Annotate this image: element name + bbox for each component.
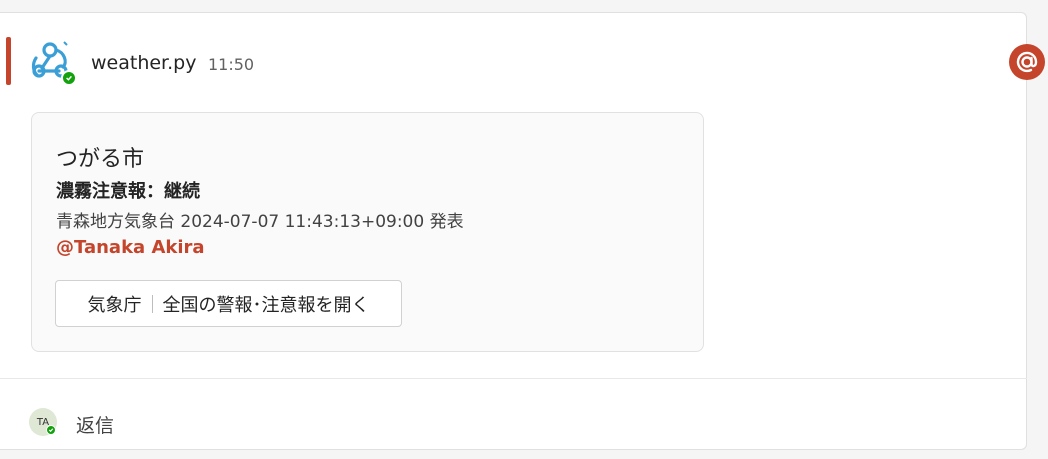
button-separator	[151, 294, 153, 313]
button-label: 全国の警報･注意報を開く	[162, 294, 370, 316]
bot-avatar[interactable]	[28, 38, 77, 86]
sender-name[interactable]: weather.py	[91, 52, 196, 74]
mention-badge	[1009, 44, 1045, 80]
reply-divider	[0, 378, 1027, 379]
reply-button[interactable]: 返信	[76, 411, 114, 438]
message-timestamp: 11:50	[208, 55, 255, 74]
open-alerts-button[interactable]: 気象庁 全国の警報･注意報を開く	[55, 280, 402, 327]
user-avatar[interactable]: TA	[29, 408, 57, 436]
card-subtitle: 濃霧注意報：継続	[56, 181, 200, 202]
user-mention[interactable]: @Tanaka Akira	[56, 237, 205, 258]
presence-available-icon	[61, 70, 77, 86]
presence-available-icon	[46, 425, 56, 435]
button-prefix: 気象庁	[87, 294, 142, 316]
importance-accent-bar	[6, 37, 11, 85]
card-title: つがる市	[56, 147, 145, 172]
card-meta: 青森地方気象台 2024-07-07 11:43:13+09:00 発表	[56, 212, 464, 232]
at-icon	[1016, 51, 1038, 73]
